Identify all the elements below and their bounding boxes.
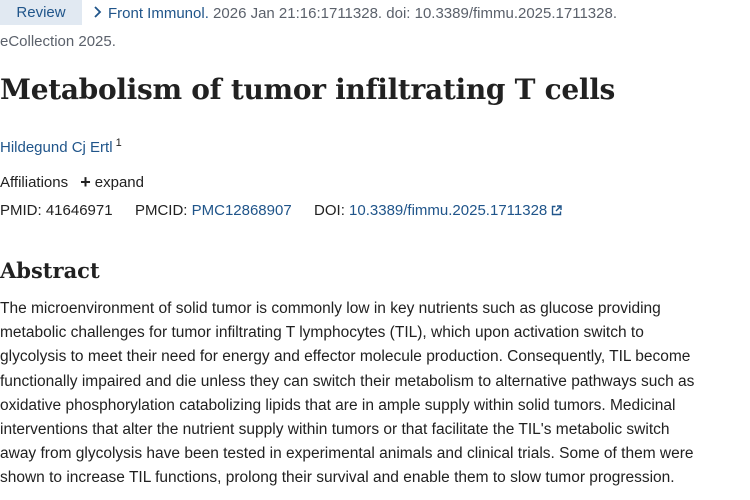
ecollection-note: eCollection 2025. (0, 33, 116, 50)
publication-info: 2026 Jan 21:16:1711328. doi: 10.3389/fim… (208, 5, 617, 22)
abstract-line: shown to increase TIL functions, prolong… (0, 469, 675, 487)
journal-citation: Front Immunol. 2026 Jan 21:16:1711328. d… (93, 0, 617, 27)
doi-link[interactable]: 10.3389/fimmu.2025.1711328 (349, 199, 562, 219)
expand-affiliations-button[interactable]: + expand (80, 169, 144, 196)
review-badge[interactable]: Review (0, 0, 82, 25)
pmcid-link[interactable]: PMC12868907 (192, 202, 292, 219)
pmid-label: PMID: (0, 202, 42, 219)
affiliation-ref[interactable]: 1 (116, 137, 122, 149)
doi-value: 10.3389/fimmu.2025.1711328 (349, 202, 548, 219)
abstract-line: glycolysis to meet their need for energy… (0, 348, 691, 366)
plus-icon: + (80, 172, 91, 192)
article-title: Metabolism of tumor infiltrating T cells (0, 73, 615, 106)
affiliations-label: Affiliations (0, 174, 69, 191)
pmid-value: 41646971 (45, 202, 113, 219)
abstract-heading: Abstract (0, 258, 100, 283)
abstract-text: The microenvironment of solid tumor is c… (0, 297, 748, 491)
expand-label: expand (94, 174, 144, 191)
abstract-line: functionally impaired and die unless the… (0, 372, 695, 390)
abstract-line: The microenvironment of solid tumor is c… (0, 300, 661, 317)
doi-label: DOI: (314, 202, 345, 219)
external-link-icon (551, 199, 562, 216)
author-link[interactable]: Hildegund Cj Ertl (0, 139, 113, 156)
pmcid-label: PMCID: (134, 202, 188, 219)
abstract-line: away from glycolysis have been tested in… (0, 445, 694, 463)
abstract-line: oxidative phosphorylation catabolizing l… (0, 396, 676, 414)
affiliations-row: Affiliations + expand (0, 169, 144, 196)
journal-link[interactable]: Front Immunol. (108, 5, 209, 22)
abstract-line: metabolic challenges for tumor infiltrat… (0, 324, 644, 342)
identifiers-row: PMID: 41646971 PMCID: PMC12868907 DOI: 1… (0, 198, 562, 224)
author-list: Hildegund Cj Ertl 1 (0, 130, 122, 161)
chevron-right-icon[interactable] (93, 0, 102, 26)
abstract-line: interventions that alter the nutrient su… (0, 421, 670, 439)
